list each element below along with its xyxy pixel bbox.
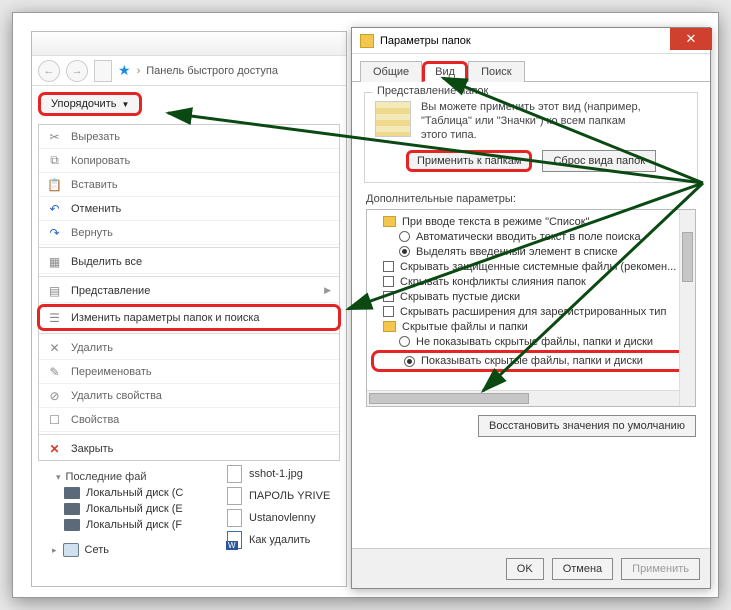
close-button[interactable]: ✕ [670,28,712,50]
tab-search[interactable]: Поиск [468,61,524,82]
checkbox-icon [383,306,394,317]
advanced-item[interactable]: Скрывать расширения для зарегистрированн… [373,304,689,319]
redo-icon: ↷ [47,225,62,240]
radio-icon [399,336,410,347]
back-button[interactable]: ← [38,60,60,82]
advanced-item[interactable]: Скрывать конфликты слияния папок [373,274,689,289]
file-icon [227,487,242,505]
tab-view[interactable]: Вид [422,61,468,82]
folder-options-dialog: Параметры папок ✕ Общие Вид Поиск Предст… [351,27,711,589]
dialog-titlebar[interactable]: Параметры папок [352,28,710,54]
menu-item[interactable]: ⧉Копировать [39,149,339,173]
dialog-footer: OK Отмена Применить [352,548,710,588]
menu-item[interactable]: ☐Свойства [39,408,339,432]
dialog-tabs: Общие Вид Поиск [352,54,710,82]
remove-props-icon: ⊘ [47,388,62,403]
apply-to-folders-button[interactable]: Применить к папкам [406,150,533,172]
menu-item[interactable]: 📋Вставить [39,173,339,197]
layout-icon: ▤ [47,283,62,298]
rename-icon: ✎ [47,364,62,379]
group-label: Представление папок [373,85,492,97]
address-text[interactable]: Панель быстрого доступа [146,65,278,77]
reset-folders-button[interactable]: Сброс вида папок [542,150,656,172]
delete-icon: ✕ [47,340,62,355]
advanced-settings-list[interactable]: При вводе текста в режиме "Список"Автома… [366,209,696,407]
file-item[interactable]: Как удалить [223,529,353,551]
cancel-button[interactable]: Отмена [552,558,613,580]
close-icon: ✕ [47,441,62,456]
file-item[interactable]: ПАРОЛЬ YRIVE [223,485,353,507]
dialog-title: Параметры папок [380,35,471,47]
file-item[interactable]: sshot-1.jpg [223,463,353,485]
advanced-item[interactable]: Скрытые файлы и папки [373,319,689,334]
ok-button[interactable]: OK [506,558,544,580]
menu-item[interactable]: ✕Закрыть [39,437,339,460]
menu-item[interactable]: ☰Изменить параметры папок и поиска [37,304,341,331]
menu-item[interactable]: ✎Переименовать [39,360,339,384]
select-all-icon: ▦ [47,254,62,269]
vertical-scrollbar[interactable] [679,210,695,406]
menu-item[interactable]: ▤Представление▶ [39,279,339,303]
scissors-icon: ✂ [47,129,62,144]
checkbox-icon [383,276,394,287]
forward-button[interactable]: → [66,60,88,82]
advanced-item[interactable]: Не показывать скрытые файлы, папки и дис… [373,334,689,349]
advanced-item[interactable]: Автоматически вводить текст в поле поиск… [373,229,689,244]
folder-icon [383,216,396,227]
advanced-item[interactable]: При вводе текста в режиме "Список" [373,214,689,229]
drive-icon [64,503,80,515]
network-icon [63,543,79,557]
radio-icon [404,356,415,367]
paste-icon: 📋 [47,177,62,192]
folder-icon [360,34,374,48]
restore-defaults-button[interactable]: Восстановить значения по умолчанию [478,415,696,437]
properties-icon: ☐ [47,412,62,427]
file-item[interactable]: Ustanovlenny [223,507,353,529]
organize-menu: ✂Вырезать⧉Копировать📋Вставить↶Отменить↷В… [38,124,340,461]
drive-icon [64,487,80,499]
file-icon [227,509,242,527]
menu-item[interactable]: ✂Вырезать [39,125,339,149]
file-list: sshot-1.jpgПАРОЛЬ YRIVEUstanovlennyКак у… [223,463,353,551]
menu-item[interactable]: ▦Выделить все [39,250,339,274]
apply-button[interactable]: Применить [621,558,700,580]
screenshot-frame: ← → ★ › Панель быстрого доступа Упорядоч… [12,12,719,598]
folder-icon [383,321,396,332]
menu-item[interactable]: ✕Удалить [39,336,339,360]
drive-icon [64,519,80,531]
organize-label: Упорядочить [51,98,116,110]
file-icon [227,465,242,483]
horizontal-scrollbar[interactable] [367,390,679,406]
copy-icon: ⧉ [47,153,62,168]
folder-options-icon: ☰ [47,310,62,325]
checkbox-icon [383,291,394,302]
organize-button[interactable]: Упорядочить ▼ [38,92,142,116]
advanced-label: Дополнительные параметры: [366,193,696,205]
menu-item[interactable]: ⊘Удалить свойства [39,384,339,408]
folder-views-group: Представление папок Вы можете применить … [364,92,698,183]
quick-access-icon: ★ [118,62,131,79]
advanced-item[interactable]: Скрывать защищенные системные файлы (рек… [373,259,689,274]
undo-icon: ↶ [47,201,62,216]
radio-icon [399,246,410,257]
history-dropdown[interactable] [94,60,112,82]
explorer-titlebar [32,32,346,56]
radio-icon [399,231,410,242]
advanced-item[interactable]: Показывать скрытые файлы, папки и диски [371,350,691,372]
advanced-item[interactable]: Скрывать пустые диски [373,289,689,304]
checkbox-icon [383,261,394,272]
chevron-down-icon: ▼ [121,100,129,109]
menu-item[interactable]: ↶Отменить [39,197,339,221]
advanced-item[interactable]: Выделять введенный элемент в списке [373,244,689,259]
chevron-right-icon: ▶ [324,285,331,296]
folder-views-icon [375,101,411,137]
tab-general[interactable]: Общие [360,61,422,82]
menu-item[interactable]: ↷Вернуть [39,221,339,245]
explorer-navbar: ← → ★ › Панель быстрого доступа [32,56,346,86]
folder-views-text: Вы можете применить этот вид (например, … [421,101,641,142]
file-icon [227,531,242,549]
